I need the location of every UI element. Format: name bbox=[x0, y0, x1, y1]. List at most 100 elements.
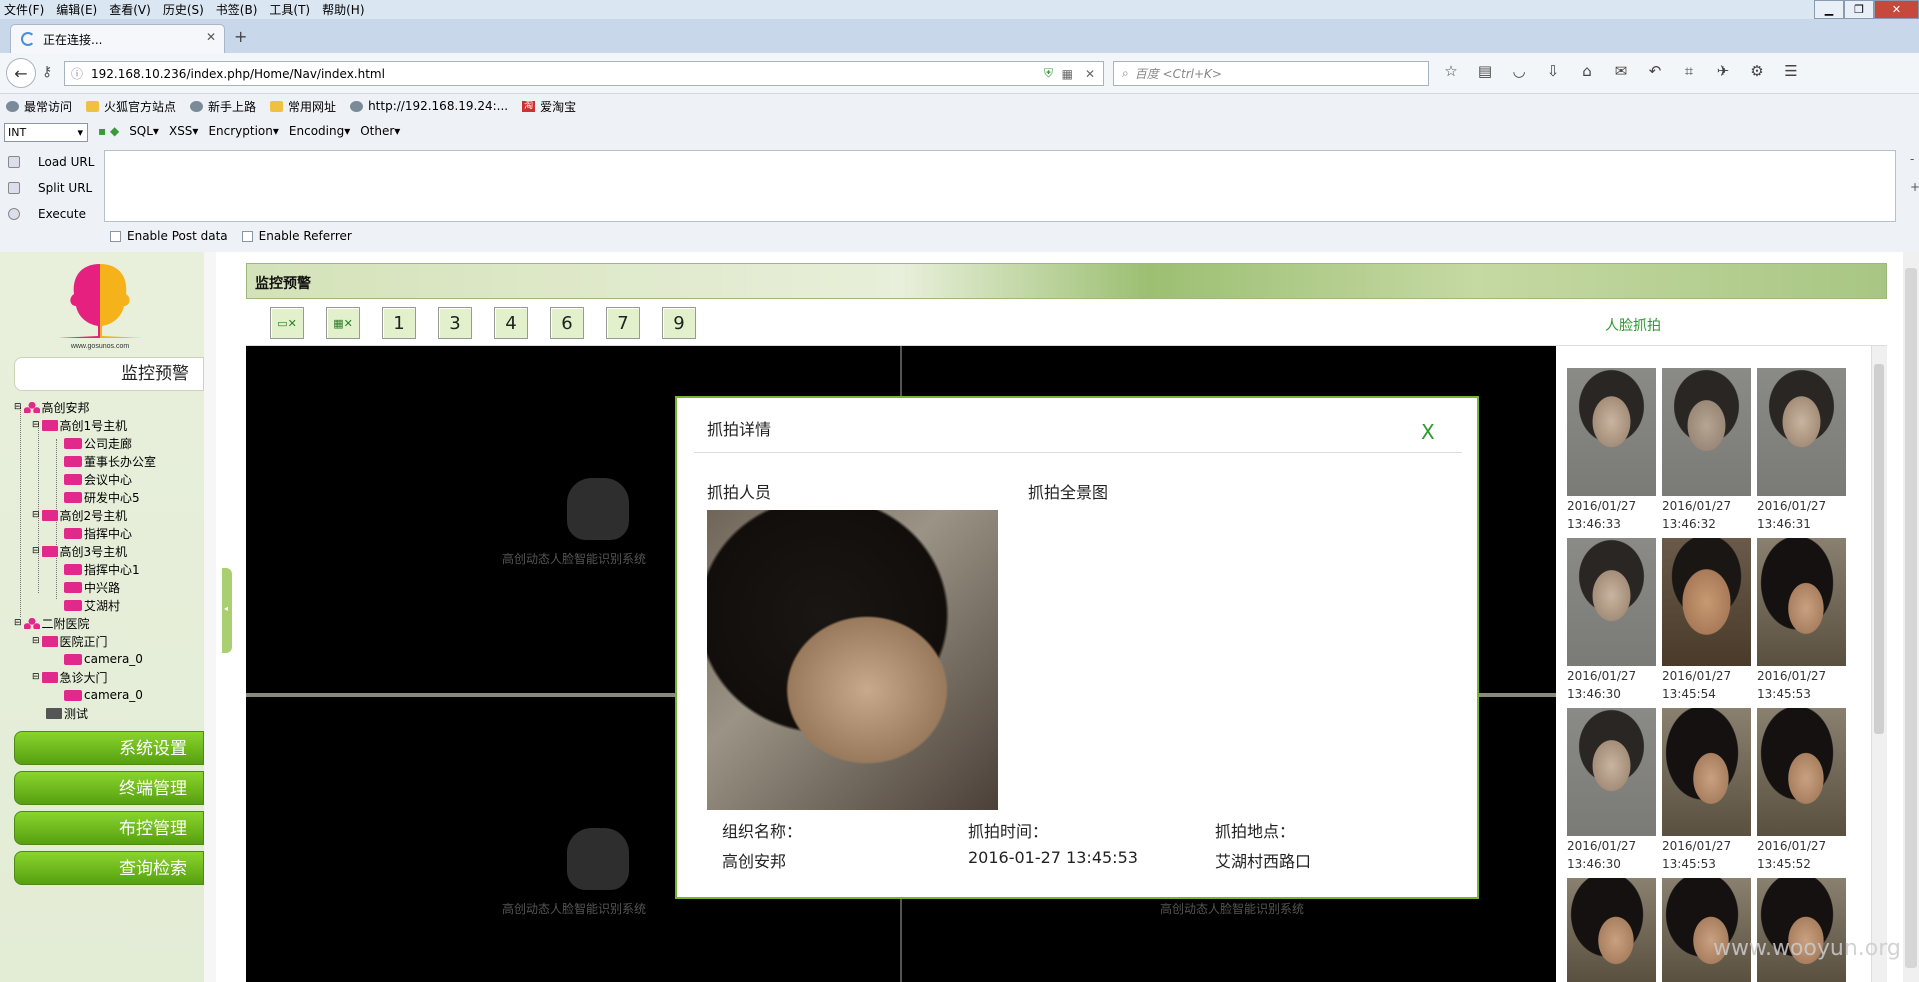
terminal-management-button[interactable]: 终端管理 bbox=[14, 771, 204, 805]
menu-tools[interactable]: 工具(T) bbox=[269, 1, 310, 18]
tree-node-org[interactable]: ⊟ 高创安邦 bbox=[14, 399, 90, 415]
pocket-icon[interactable]: ◡ bbox=[1508, 62, 1530, 80]
load-url-button[interactable]: Load URL bbox=[8, 155, 94, 169]
enable-post-checkbox[interactable]: Enable Post data bbox=[110, 229, 228, 243]
collapse-icon[interactable]: ⊟ bbox=[32, 672, 40, 682]
hackbar-menu-xss[interactable]: XSS▾ bbox=[169, 124, 198, 138]
sidebar-toggle-handle[interactable]: ◂ bbox=[222, 568, 232, 653]
menu-help[interactable]: 帮助(H) bbox=[322, 1, 364, 18]
shrink-icon[interactable]: - bbox=[1910, 152, 1914, 166]
capture-thumbnail[interactable] bbox=[1757, 538, 1846, 666]
tree-node-camera[interactable]: camera_0 bbox=[64, 651, 143, 667]
system-settings-button[interactable]: 系统设置 bbox=[14, 731, 204, 765]
page-scroll-thumb[interactable] bbox=[1905, 268, 1917, 968]
hackbar-menu-sql[interactable]: SQL▾ bbox=[129, 124, 159, 138]
menu-bookmarks[interactable]: 书签(B) bbox=[216, 1, 258, 18]
star-icon[interactable]: ☆ bbox=[1440, 62, 1462, 80]
tree-node-camera[interactable]: 指挥中心1 bbox=[64, 561, 140, 577]
hackbar-menu-encryption[interactable]: Encryption▾ bbox=[208, 124, 278, 138]
tree-node-host[interactable]: ⊟ 医院正门 bbox=[32, 633, 108, 649]
tree-node-host[interactable]: ⊟ 高创1号主机 bbox=[32, 417, 127, 433]
collapse-icon[interactable]: ⊟ bbox=[14, 402, 22, 412]
qr-icon[interactable]: ▦ bbox=[1062, 67, 1073, 81]
tree-node-org[interactable]: ⊟ 二附医院 bbox=[14, 615, 90, 631]
bookmark-firefox[interactable]: 火狐官方站点 bbox=[86, 98, 176, 115]
split-url-button[interactable]: Split URL bbox=[8, 181, 92, 195]
collapse-icon[interactable]: ⊟ bbox=[14, 618, 22, 628]
capture-thumbnail[interactable] bbox=[1757, 878, 1846, 982]
key-icon[interactable]: ⚷ bbox=[42, 64, 52, 80]
enable-referrer-checkbox[interactable]: Enable Referrer bbox=[241, 229, 352, 243]
layout-3-button[interactable]: 3 bbox=[438, 307, 472, 339]
collapse-icon[interactable]: ⊟ bbox=[32, 636, 40, 646]
download-icon[interactable]: ⇩ bbox=[1542, 62, 1564, 80]
tab-close-icon[interactable]: ✕ bbox=[206, 30, 216, 44]
tree-node-camera[interactable]: camera_0 bbox=[64, 687, 143, 703]
hackbar-menu-other[interactable]: Other▾ bbox=[360, 124, 400, 138]
collapse-icon[interactable]: ⊟ bbox=[32, 510, 40, 520]
tree-node-camera[interactable]: 公司走廊 bbox=[64, 435, 132, 451]
capture-list-scroll-thumb[interactable] bbox=[1874, 364, 1884, 734]
close-grid-video-button[interactable]: ▦✕ bbox=[326, 307, 360, 339]
shield-icon[interactable]: ⛨ bbox=[1044, 66, 1053, 81]
extension-icon[interactable]: ✈ bbox=[1712, 62, 1734, 80]
tree-node-camera[interactable]: 艾湖村 bbox=[64, 597, 120, 613]
undo-icon[interactable]: ↶ bbox=[1644, 62, 1666, 80]
layout-1-button[interactable]: 1 bbox=[382, 307, 416, 339]
menu-view[interactable]: 查看(V) bbox=[109, 1, 151, 18]
tree-node-camera[interactable]: 会议中心 bbox=[64, 471, 132, 487]
collapse-icon[interactable]: ⊟ bbox=[32, 420, 40, 430]
layout-6-button[interactable]: 6 bbox=[550, 307, 584, 339]
stop-icon[interactable]: ✕ bbox=[1085, 67, 1095, 81]
url-bar[interactable]: ⓘ 192.168.10.236/index.php/Home/Nav/inde… bbox=[64, 61, 1104, 86]
capture-thumbnail[interactable] bbox=[1567, 708, 1656, 836]
capture-thumbnail[interactable] bbox=[1662, 368, 1751, 496]
home-icon[interactable]: ⌂ bbox=[1576, 62, 1598, 80]
dialog-close-button[interactable]: X bbox=[1421, 420, 1435, 444]
layout-4-button[interactable]: 4 bbox=[494, 307, 528, 339]
sidebar-scrollbar[interactable] bbox=[204, 252, 216, 982]
collapse-icon[interactable]: ⊟ bbox=[32, 546, 40, 556]
tree-node-camera[interactable]: 指挥中心 bbox=[64, 525, 132, 541]
capture-thumbnail[interactable] bbox=[1757, 368, 1846, 496]
query-search-button[interactable]: 查询检索 bbox=[14, 851, 204, 885]
close-all-video-button[interactable]: ▭✕ bbox=[270, 307, 304, 339]
bookmark-taobao[interactable]: 淘爱淘宝 bbox=[522, 98, 576, 115]
capture-thumbnail[interactable] bbox=[1662, 708, 1751, 836]
capture-thumbnail[interactable] bbox=[1567, 538, 1656, 666]
menu-file[interactable]: 文件(F) bbox=[4, 1, 44, 18]
capture-thumbnail[interactable] bbox=[1567, 368, 1656, 496]
capture-thumbnail[interactable] bbox=[1662, 538, 1751, 666]
bookmark-ip[interactable]: http://192.168.19.24:... bbox=[350, 99, 508, 113]
menu-edit[interactable]: 编辑(E) bbox=[56, 1, 97, 18]
tree-node-camera[interactable]: 董事长办公室 bbox=[64, 453, 156, 469]
hackbar-url-textarea[interactable] bbox=[104, 150, 1896, 222]
bookmark-getting-started[interactable]: 新手上路 bbox=[190, 98, 256, 115]
info-icon[interactable]: ⓘ bbox=[71, 65, 83, 82]
layout-7-button[interactable]: 7 bbox=[606, 307, 640, 339]
tree-node-host[interactable]: ⊟ 高创3号主机 bbox=[32, 543, 127, 559]
tree-node-host[interactable]: ⊟ 急诊大门 bbox=[32, 669, 108, 685]
tools-icon[interactable]: ⚙ bbox=[1746, 62, 1768, 80]
layout-9-button[interactable]: 9 bbox=[662, 307, 696, 339]
menu-history[interactable]: 历史(S) bbox=[163, 1, 204, 18]
type-select[interactable]: INT ▾ bbox=[4, 123, 88, 142]
tree-node-camera[interactable]: 中兴路 bbox=[64, 579, 120, 595]
deployment-management-button[interactable]: 布控管理 bbox=[14, 811, 204, 845]
close-window-button[interactable]: ✕ bbox=[1874, 0, 1919, 19]
new-tab-button[interactable]: + bbox=[234, 27, 247, 46]
capture-thumbnail[interactable] bbox=[1567, 878, 1656, 982]
capture-thumbnail[interactable] bbox=[1757, 708, 1846, 836]
minimize-button[interactable]: ▁ bbox=[1814, 0, 1844, 19]
maximize-button[interactable]: ❐ bbox=[1844, 0, 1874, 19]
bookmark-common-sites[interactable]: 常用网址 bbox=[270, 98, 336, 115]
hackbar-menu-encoding[interactable]: Encoding▾ bbox=[289, 124, 350, 138]
search-input[interactable]: ⌕ 百度 <Ctrl+K> bbox=[1113, 61, 1429, 86]
tree-node-camera[interactable]: 研发中心5 bbox=[64, 489, 140, 505]
crop-icon[interactable]: ⌗ bbox=[1678, 62, 1700, 80]
browser-tab[interactable]: 正在连接... ✕ bbox=[10, 24, 225, 53]
tree-node-host[interactable]: ⊟ 高创2号主机 bbox=[32, 507, 127, 523]
capture-thumbnail[interactable] bbox=[1662, 878, 1751, 982]
tree-node-test[interactable]: 测试 bbox=[46, 705, 88, 721]
hamburger-menu-icon[interactable]: ☰ bbox=[1780, 62, 1802, 80]
